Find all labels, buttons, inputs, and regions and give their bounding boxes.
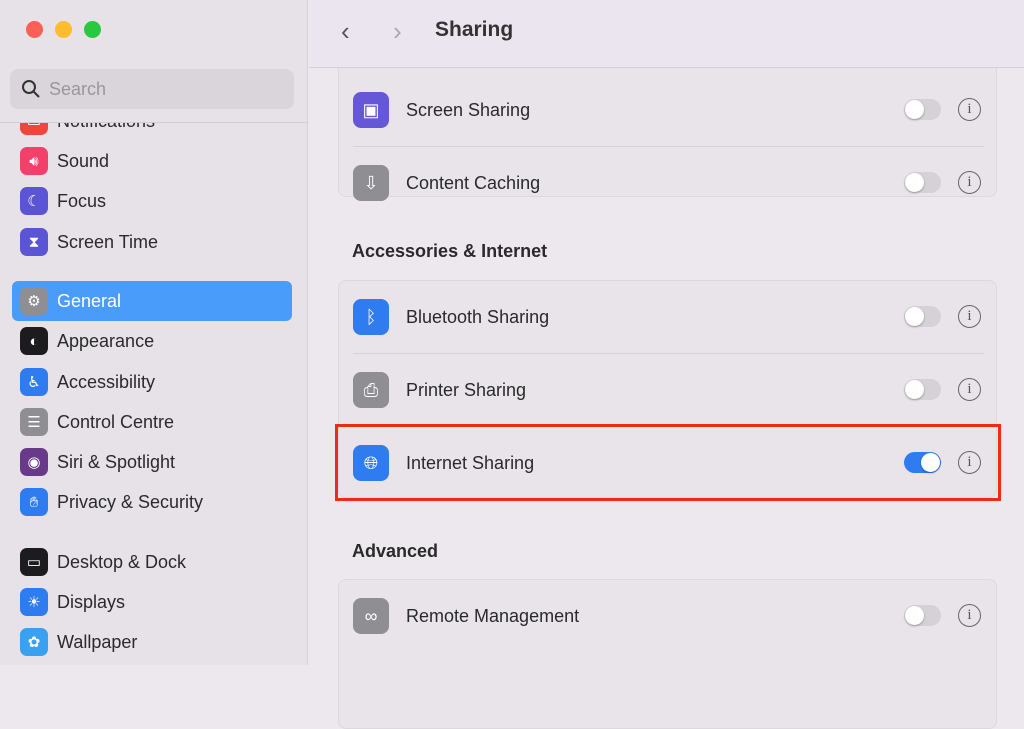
sidebar-header: Search (0, 0, 307, 123)
toggle-knob (905, 606, 924, 625)
toggle-switch[interactable] (904, 99, 941, 120)
sidebar-item-screen-time[interactable]: ⧗ Screen Time (12, 222, 292, 262)
toggle-switch[interactable] (904, 605, 941, 626)
settings-card: ∞ Remote Management i (338, 579, 997, 729)
row-label: Content Caching (406, 172, 541, 193)
row-label: Remote Management (406, 605, 580, 626)
sidebar-item-sound[interactable]: 🔊︎ Sound (12, 141, 292, 181)
sidebar-item-wallpaper[interactable]: ✿ Wallpaper (12, 622, 292, 662)
appearance-icon: ◐ (20, 327, 48, 355)
row-label: Printer Sharing (406, 379, 527, 400)
sidebar-item-label: Wallpaper (57, 631, 138, 652)
sidebar-item-desktop-dock[interactable]: ▭ Desktop & Dock (12, 542, 292, 582)
sidebar-item-label: Sound (57, 150, 110, 171)
toggle-knob (905, 173, 924, 192)
toggle-knob (905, 100, 924, 119)
info-button[interactable]: i (958, 171, 981, 194)
row-content-caching: ⇩ Content Caching i (339, 147, 996, 219)
sidebar-item-displays[interactable]: ☀ Displays (12, 582, 292, 622)
zoom-button[interactable] (84, 21, 101, 38)
printer-icon: ⎙ (353, 372, 389, 408)
sidebar-item-label: Privacy & Security (57, 491, 204, 512)
flower-icon: ✿ (20, 628, 48, 656)
minimize-button[interactable] (55, 21, 72, 38)
row-label: Bluetooth Sharing (406, 306, 550, 327)
sidebar: Search ▭Notifications🔊︎Sound☾Focus⧗Scree… (0, 0, 308, 665)
speaker-icon: 🔊︎ (20, 147, 48, 175)
sidebar-item-accessibility[interactable]: ♿︎ Accessibility (12, 362, 292, 402)
toolbar: ‹ › Sharing (309, 0, 1024, 68)
sidebar-item-siri-spotlight[interactable]: ◉ Siri & Spotlight (12, 442, 292, 482)
section-header: Advanced (352, 541, 439, 561)
sidebar-item-label: Displays (57, 591, 126, 612)
sidebar-item-appearance[interactable]: ◐ Appearance (12, 321, 292, 361)
row-label: Screen Sharing (406, 99, 531, 120)
info-button[interactable]: i (958, 604, 981, 627)
sidebar-item-label: Screen Time (57, 231, 159, 252)
sun-icon: ☀ (20, 588, 48, 616)
accessibility-icon: ♿︎ (20, 368, 48, 396)
dock-icon: ▭ (20, 548, 48, 576)
gear-icon: ⚙ (20, 287, 48, 315)
sidebar-item-label: Siri & Spotlight (57, 451, 176, 472)
sidebar-item-privacy-security[interactable]: ✋︎ Privacy & Security (12, 482, 292, 522)
section-header: Accessories & Internet (352, 241, 548, 261)
screen-sharing-icon: ▣ (353, 92, 389, 128)
sidebar-item-label: Accessibility (57, 371, 156, 392)
search-input[interactable]: Search (10, 69, 294, 109)
download-icon: ⇩ (353, 165, 389, 201)
sidebar-item-label: General (57, 290, 122, 311)
sidebar-item-general[interactable]: ⚙ General (12, 281, 292, 321)
info-button[interactable]: i (958, 98, 981, 121)
row-bluetooth-sharing: ᛒ Bluetooth Sharing i (339, 281, 996, 353)
search-icon (22, 80, 40, 98)
toggle-knob (905, 307, 924, 326)
siri-icon: ◉ (20, 448, 48, 476)
back-button[interactable]: ‹ (341, 16, 350, 47)
toggle-knob (905, 380, 924, 399)
sidebar-item-control-centre[interactable]: ☰ Control Centre (12, 402, 292, 442)
highlight-box (335, 424, 1001, 501)
info-button[interactable]: i (958, 305, 981, 328)
row-printer-sharing: ⎙ Printer Sharing i (339, 354, 996, 426)
binoculars-icon: ∞ (353, 598, 389, 634)
toggles-icon: ☰ (20, 408, 48, 436)
search-placeholder: Search (49, 79, 107, 99)
hand-icon: ✋︎ (20, 488, 48, 516)
info-button[interactable]: i (958, 378, 981, 401)
row-remote-management: ∞ Remote Management i (339, 580, 996, 652)
sidebar-item-label: Desktop & Dock (57, 551, 187, 572)
sidebar-item-label: Appearance (57, 330, 155, 351)
page-title: Sharing (435, 18, 514, 41)
moon-icon: ☾ (20, 187, 48, 215)
row-screen-sharing: ▣ Screen Sharing i (339, 74, 996, 146)
sidebar-item-focus[interactable]: ☾ Focus (12, 181, 292, 221)
close-button[interactable] (26, 21, 43, 38)
forward-button[interactable]: › (393, 16, 402, 47)
toggle-switch[interactable] (904, 379, 941, 400)
sidebar-item-label: Focus (57, 190, 107, 211)
toggle-switch[interactable] (904, 172, 941, 193)
hourglass-icon: ⧗ (20, 228, 48, 256)
toggle-switch[interactable] (904, 306, 941, 327)
bluetooth-icon: ᛒ (353, 299, 389, 335)
sidebar-item-label: Control Centre (57, 411, 175, 432)
